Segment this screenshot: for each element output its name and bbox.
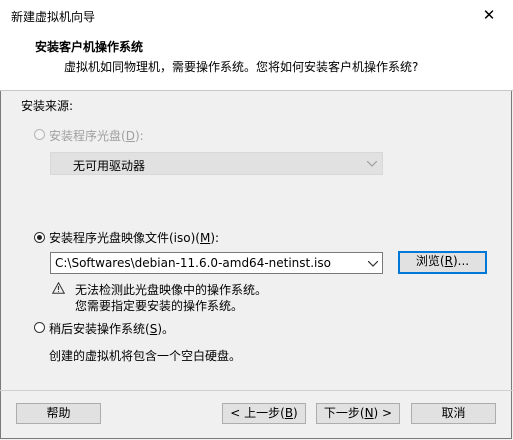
iso-path-value: C:\Softwares\debian-11.6.0-amd64-netinst… [55, 256, 331, 270]
window-title: 新建虚拟机向导 [11, 10, 96, 24]
install-later-label: 稍后安装操作系统(S)。 [49, 322, 174, 336]
back-button[interactable]: < 上一步(B) [222, 403, 306, 424]
close-icon: ✕ [482, 6, 496, 24]
warning-triangle-icon [52, 282, 65, 294]
iso-path-combo[interactable]: C:\Softwares\debian-11.6.0-amd64-netinst… [50, 252, 383, 274]
disc-radio-label: 安装程序光盘(D): [49, 129, 144, 143]
footer-divider [0, 390, 513, 391]
drive-select[interactable]: 无可用驱动器 [50, 152, 383, 175]
chevron-down-icon [368, 261, 378, 267]
cancel-button[interactable]: 取消 [411, 403, 496, 424]
page-subtitle: 虚拟机如同物理机，需要操作系统。您将如何安装客户机操作系统? [64, 60, 419, 74]
iso-radio[interactable] [34, 232, 45, 243]
iso-radio-label: 安装程序光盘映像文件(iso)(M): [49, 231, 220, 245]
help-button[interactable]: 帮助 [16, 403, 101, 424]
disc-radio[interactable] [34, 129, 45, 140]
browse-button[interactable]: 浏览(R)... [398, 251, 487, 274]
chevron-down-icon [367, 161, 377, 167]
install-source-label: 安装来源: [21, 99, 74, 113]
warning-line-1: 无法检测此光盘映像中的操作系统。 [75, 283, 268, 297]
install-later-description: 创建的虚拟机将包含一个空白硬盘。 [49, 349, 242, 363]
page-title: 安装客户机操作系统 [35, 40, 144, 54]
install-later-radio[interactable] [34, 322, 45, 333]
next-button[interactable]: 下一步(N) > [316, 403, 400, 424]
close-button[interactable]: ✕ [478, 4, 500, 26]
warning-line-2: 您需要指定要安装的操作系统。 [75, 299, 244, 313]
drive-select-value: 无可用驱动器 [73, 159, 146, 173]
